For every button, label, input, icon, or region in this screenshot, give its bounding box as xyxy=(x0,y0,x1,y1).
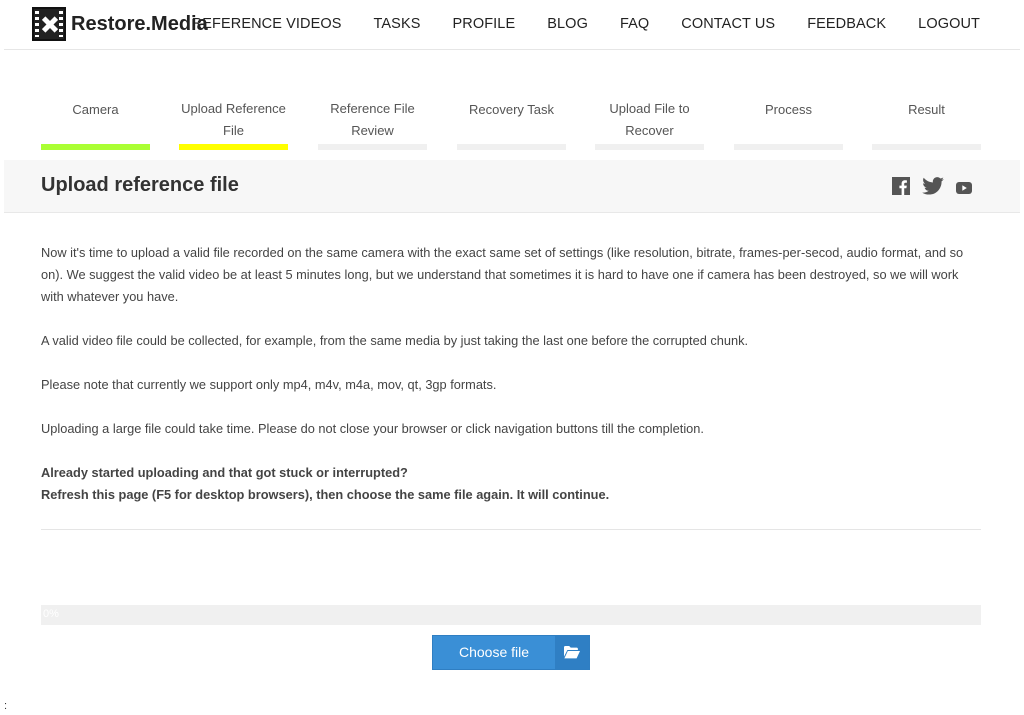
step-recovery-task: Recovery Task xyxy=(457,98,566,150)
paragraph-example: A valid video file could be collected, f… xyxy=(41,333,749,348)
step-camera: Camera xyxy=(41,98,150,150)
upload-progress-bar: 0% xyxy=(41,605,981,625)
step-bar xyxy=(872,144,981,150)
step-label: Upload File to Recover xyxy=(609,101,690,138)
nav-reference-videos[interactable]: REFERENCE VIDEOS xyxy=(192,16,342,32)
paragraph-requirements: Now it's time to upload a valid file rec… xyxy=(41,245,964,304)
step-result: Result xyxy=(872,98,981,150)
title-band: Upload reference file xyxy=(4,160,1020,213)
step-bar xyxy=(457,144,566,150)
youtube-icon[interactable] xyxy=(956,179,972,198)
site-header: Restore.Media REFERENCE VIDEOS TASKS PRO… xyxy=(4,0,1020,50)
folder-open-icon xyxy=(555,636,589,669)
step-label: Camera xyxy=(72,102,119,117)
facebook-icon[interactable] xyxy=(892,177,910,199)
step-reference-file-review: Reference File Review xyxy=(318,98,427,150)
twitter-icon[interactable] xyxy=(922,177,944,199)
note-refresh-page: Refresh this page (F5 for desktop browse… xyxy=(41,487,610,502)
nav-logout[interactable]: LOGOUT xyxy=(918,16,980,32)
step-bar xyxy=(179,144,288,150)
step-bar xyxy=(734,144,843,150)
step-upload-reference-file: Upload Reference File xyxy=(179,98,288,150)
step-label: Upload Reference File xyxy=(181,101,286,138)
nav-profile[interactable]: PROFILE xyxy=(453,16,516,32)
choose-file-button[interactable]: Choose file xyxy=(432,635,590,670)
upload-progress-text: 0% xyxy=(43,608,59,620)
social-links xyxy=(880,177,972,199)
nav-faq[interactable]: FAQ xyxy=(620,16,649,32)
nav-blog[interactable]: BLOG xyxy=(547,16,588,32)
stray-text: : xyxy=(4,700,8,712)
main-nav: REFERENCE VIDEOS TASKS PROFILE BLOG FAQ … xyxy=(160,16,980,32)
step-label: Process xyxy=(765,102,812,117)
step-bar xyxy=(595,144,704,150)
note-stuck-upload: Already started uploading and that got s… xyxy=(41,465,408,480)
page-title: Upload reference file xyxy=(41,174,239,196)
step-upload-file-to-recover: Upload File to Recover xyxy=(595,98,704,150)
paragraph-upload-time: Uploading a large file could take time. … xyxy=(41,421,704,436)
logo-icon xyxy=(32,7,66,41)
step-label: Reference File Review xyxy=(330,101,415,138)
step-label: Recovery Task xyxy=(468,102,554,117)
nav-feedback[interactable]: FEEDBACK xyxy=(807,16,886,32)
divider xyxy=(41,529,981,530)
paragraph-formats: Please note that currently we support on… xyxy=(41,377,497,392)
step-process: Process xyxy=(734,98,843,150)
step-bar xyxy=(41,144,150,150)
nav-contact-us[interactable]: CONTACT US xyxy=(681,16,775,32)
instructions: Now it's time to upload a valid file rec… xyxy=(41,242,981,506)
step-bar xyxy=(318,144,427,150)
nav-tasks[interactable]: TASKS xyxy=(374,16,421,32)
choose-file-label: Choose file xyxy=(458,644,530,660)
wizard-steps: Camera Upload Reference File Reference F… xyxy=(41,98,981,152)
step-label: Result xyxy=(908,102,945,117)
